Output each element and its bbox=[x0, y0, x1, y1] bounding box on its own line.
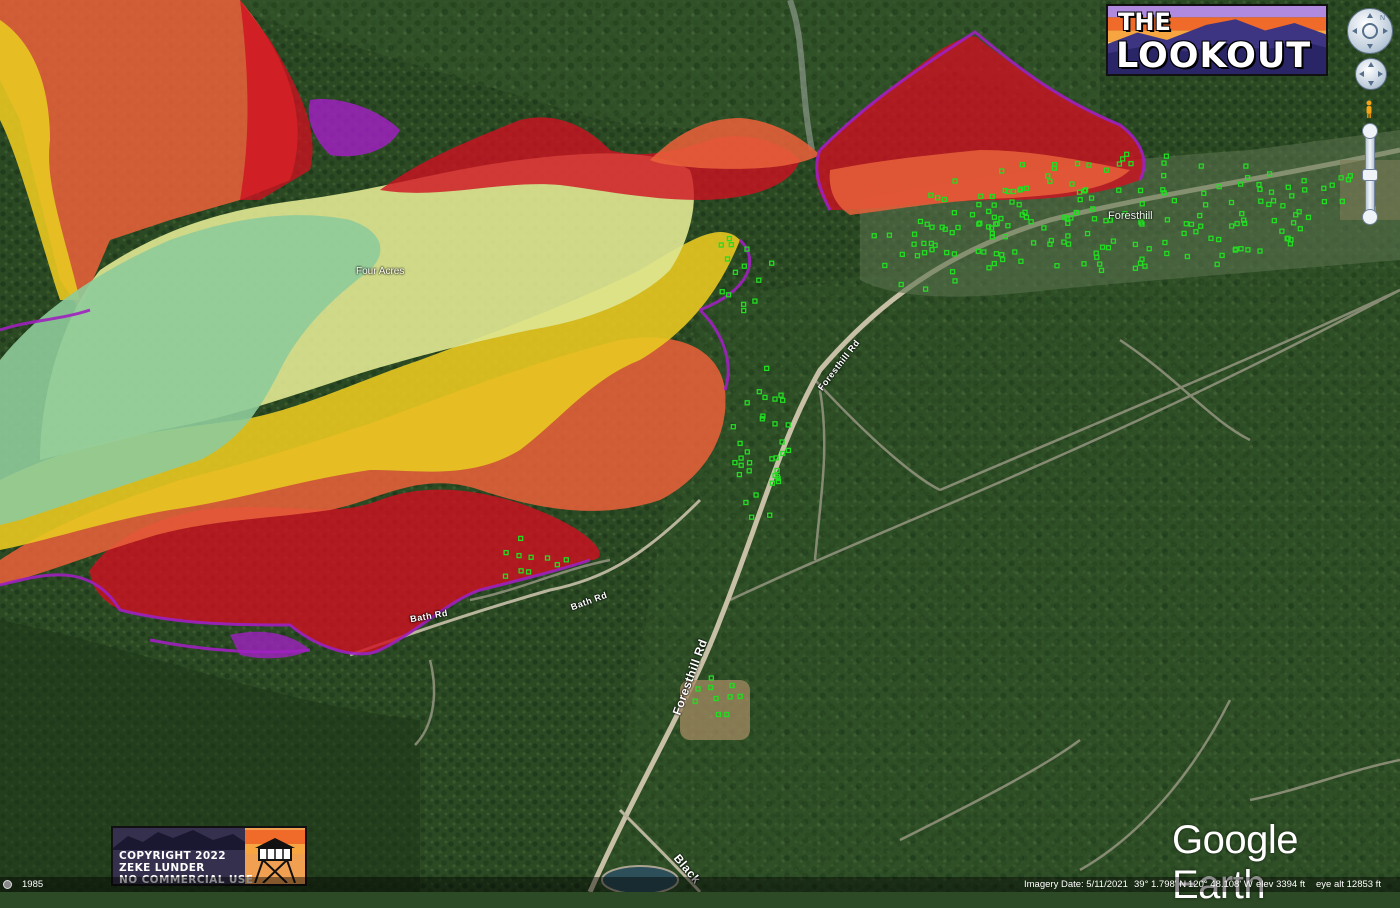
google-earth-logo: Google Earth bbox=[1172, 818, 1298, 907]
logo-text-the: THE bbox=[1118, 8, 1171, 36]
imagery-date: Imagery Date: 5/11/2021 bbox=[1024, 879, 1128, 890]
zoom-in-button[interactable] bbox=[1362, 123, 1378, 139]
place-label-foresthill: Foresthill bbox=[1108, 210, 1153, 222]
move-joystick-icon[interactable] bbox=[1355, 58, 1387, 90]
zoom-slider-icon[interactable] bbox=[1362, 123, 1378, 225]
status-bar: 1985 Imagery Date: 5/11/2021 39° 1.798' … bbox=[0, 877, 1400, 892]
elevation: elev 3394 ft bbox=[1256, 879, 1306, 890]
logo-text-lookout: LOOKOUT bbox=[1116, 36, 1312, 76]
longitude: 120° 48.108' W bbox=[1188, 879, 1253, 890]
latitude: 39° 1.798' N bbox=[1134, 879, 1187, 890]
zoom-out-button[interactable] bbox=[1362, 209, 1378, 225]
copyright-line-2: ZEKE LUNDER bbox=[119, 862, 205, 874]
place-label-four-acres: Four Acres bbox=[356, 266, 405, 277]
historical-imagery-icon[interactable] bbox=[3, 880, 12, 889]
lookout-tower-icon bbox=[245, 830, 305, 883]
navigation-controls: N bbox=[1346, 6, 1396, 226]
zoom-thumb[interactable] bbox=[1362, 169, 1378, 181]
eye-altitude: eye alt 12853 ft bbox=[1316, 879, 1381, 890]
pegman-icon[interactable] bbox=[1364, 100, 1374, 118]
look-joystick-icon[interactable]: N bbox=[1347, 8, 1393, 54]
copyright-line-1: COPYRIGHT 2022 bbox=[119, 850, 226, 862]
svg-text:N: N bbox=[1380, 15, 1385, 22]
satellite-map[interactable] bbox=[0, 0, 1400, 892]
historical-year: 1985 bbox=[22, 879, 44, 890]
the-lookout-logo: THE LOOKOUT bbox=[1106, 4, 1328, 76]
